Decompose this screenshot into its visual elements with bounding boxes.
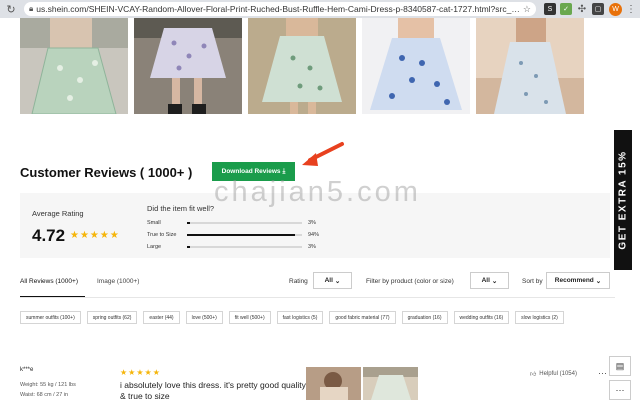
product-filter-label: Filter by product (color or size) <box>366 278 454 285</box>
average-rating-label: Average Rating <box>32 209 84 218</box>
extensions-puzzle-icon[interactable]: ✣ <box>576 3 588 15</box>
fit-percent: 94% <box>308 232 320 238</box>
sort-value: Recommend <box>554 277 594 284</box>
review-tag-chip[interactable]: fast logistics (5) <box>276 311 324 324</box>
extension-s-icon[interactable]: S <box>544 3 556 15</box>
review-tag-chip[interactable]: love (500+) <box>185 311 223 324</box>
fit-bar <box>187 234 302 236</box>
review-photo-strip <box>20 18 584 114</box>
thumbs-up-icon: 👍︎ <box>530 372 537 378</box>
reviews-heading: Customer Reviews ( 1000+ ) <box>20 165 193 180</box>
profile-avatar[interactable]: W <box>609 2 622 16</box>
fit-label: True to Size <box>147 232 177 238</box>
address-bar[interactable]: 🔒︎ us.shein.com/SHEIN-VCAY-Random-Allove… <box>24 2 536 16</box>
rating-filter-label: Rating <box>289 278 308 285</box>
review-image[interactable] <box>363 367 418 400</box>
get-extra-discount-tab[interactable]: GET EXTRA 15% <box>614 130 632 270</box>
review-stars: ★★★★★ <box>120 368 161 377</box>
fit-question: Did the item fit well? <box>147 204 215 213</box>
helpful-button[interactable]: 👍︎ Helpful (1054) <box>530 370 577 378</box>
fit-bar-fill <box>187 246 191 248</box>
download-icon: ⤓ <box>282 167 286 175</box>
helpful-count: Helpful (1054) <box>539 371 577 377</box>
fit-bar <box>187 246 302 248</box>
review-tag-chip[interactable]: spring outfits (62) <box>86 311 138 324</box>
reviewer-weight: Weight: 55 kg / 121 lbs <box>20 382 76 388</box>
review-text: i absolutely love this dress. it's prett… <box>120 380 306 400</box>
bookmark-star-icon[interactable]: ☆ <box>523 4 531 15</box>
rating-filter-select[interactable]: All ⌄ <box>313 272 352 289</box>
browser-menu-icon[interactable]: ⋮ <box>626 4 636 15</box>
review-tag-chip[interactable]: summer outfits (100+) <box>20 311 81 324</box>
review-tag-chip[interactable]: good fabric material (77) <box>329 311 396 324</box>
review-tag-list: summer outfits (100+) spring outfits (62… <box>20 311 615 324</box>
lock-icon: 🔒︎ <box>29 4 34 13</box>
review-image[interactable] <box>306 367 361 400</box>
chevron-down-icon: ⌄ <box>334 277 341 285</box>
reviewer-waist: Waist: 68 cm / 27 in <box>20 392 69 398</box>
get-extra-discount-label: GET EXTRA 15% <box>617 150 629 250</box>
review-tag-chip[interactable]: easter (44) <box>143 311 180 324</box>
fit-row-large: Large 3% <box>147 244 322 250</box>
fit-row-true-to-size: True to Size 94% <box>147 232 322 238</box>
review-photo[interactable] <box>248 18 356 114</box>
tab-image-reviews[interactable]: Image (1000+) <box>97 278 139 285</box>
review-tag-chip[interactable]: slow logistics (2) <box>515 311 564 324</box>
reviewer-name: k***e <box>20 367 34 373</box>
product-filter-value: All <box>481 277 490 284</box>
download-reviews-label: Download Reviews <box>221 168 281 175</box>
url-text: us.shein.com/SHEIN-VCAY-Random-Allover-F… <box>36 4 520 14</box>
pointer-arrow-icon <box>302 142 344 166</box>
review-tag-chip[interactable]: graduation (16) <box>401 311 448 324</box>
rating-filter-value: All <box>324 277 333 284</box>
review-tag-chip[interactable]: wedding outfits (16) <box>453 311 510 324</box>
review-tag-chip[interactable]: fit well (500+) <box>228 311 271 324</box>
reload-icon[interactable]: ↻ <box>4 2 18 16</box>
side-more-icon[interactable]: ⋯ <box>609 380 631 400</box>
fit-label: Small <box>147 220 161 226</box>
review-photo[interactable] <box>20 18 128 114</box>
tabs-divider <box>20 297 615 298</box>
fit-bar-fill <box>187 222 191 224</box>
average-rating-value: 4.72 <box>32 226 66 245</box>
fit-bar-fill <box>187 234 296 236</box>
fit-percent: 3% <box>308 220 316 226</box>
average-rating-stars: ★★★★★ <box>70 230 120 241</box>
extension-green-icon[interactable]: ✓ <box>560 3 572 15</box>
review-more-icon[interactable]: ··· <box>598 368 607 378</box>
fit-percent: 3% <box>308 244 316 250</box>
window-icon[interactable]: ▢ <box>592 3 604 15</box>
browser-toolbar: ↻ 🔒︎ us.shein.com/SHEIN-VCAY-Random-Allo… <box>0 0 640 18</box>
tab-all-reviews[interactable]: All Reviews (1000+) <box>20 278 78 285</box>
fit-bar <box>187 222 302 224</box>
sort-label: Sort by <box>522 278 543 285</box>
fit-label: Large <box>147 244 162 250</box>
review-photo[interactable] <box>134 18 242 114</box>
side-book-icon[interactable]: ▤ <box>609 356 631 376</box>
sort-select[interactable]: Recommend ⌄ <box>546 272 610 289</box>
product-filter-select[interactable]: All ⌄ <box>470 272 509 289</box>
fit-row-small: Small 3% <box>147 220 322 226</box>
review-photo[interactable] <box>476 18 584 114</box>
chevron-down-icon: ⌄ <box>595 277 602 285</box>
watermark-text: chajian5.com <box>214 176 421 208</box>
chevron-down-icon: ⌄ <box>491 277 498 285</box>
review-photo[interactable] <box>362 18 470 114</box>
